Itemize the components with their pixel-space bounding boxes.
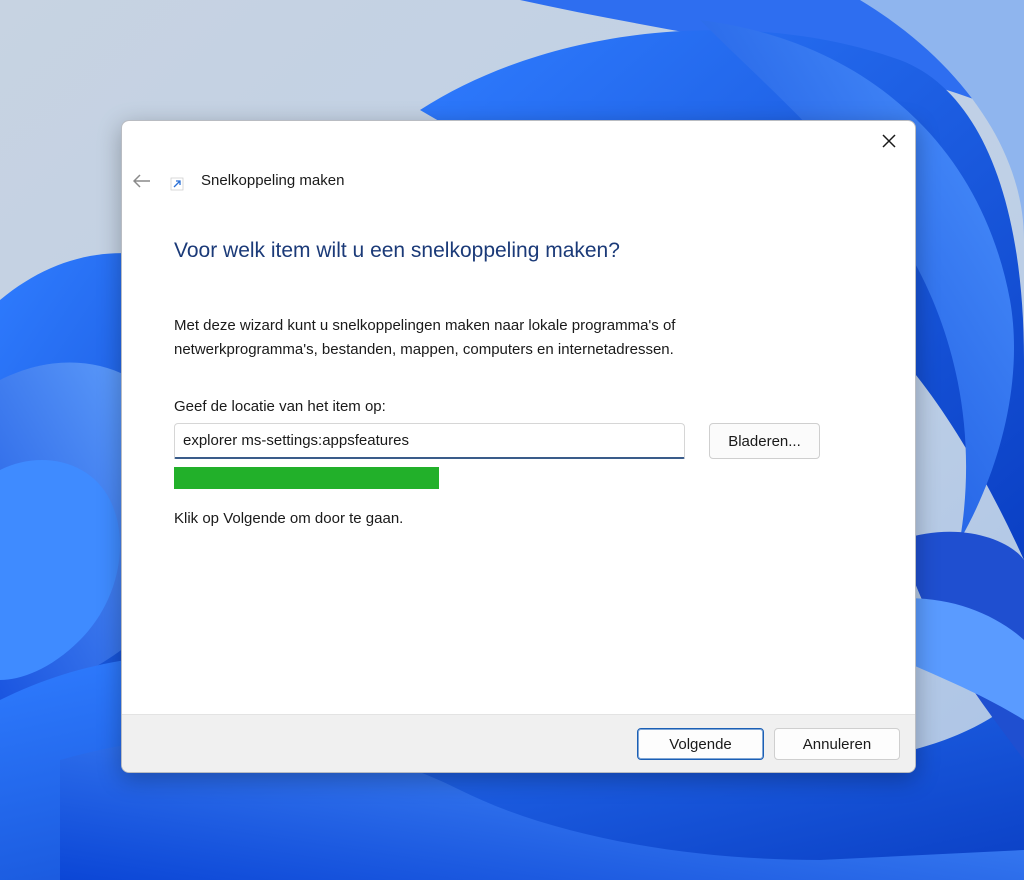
wizard-description: Met deze wizard kunt u snelkoppelingen m…	[174, 317, 676, 358]
shortcut-arrow-icon	[170, 177, 184, 191]
progress-bar	[174, 467, 439, 489]
dialog-footer: Volgende Annuleren	[122, 714, 915, 772]
desktop: Snelkoppeling maken Voor welk item wilt …	[0, 0, 1024, 880]
location-label: Geef de locatie van het item op:	[174, 398, 386, 415]
back-arrow-icon	[133, 174, 150, 188]
window-title: Snelkoppeling maken	[201, 172, 345, 189]
create-shortcut-dialog: Snelkoppeling maken Voor welk item wilt …	[121, 120, 916, 773]
location-input[interactable]	[174, 423, 685, 459]
continue-hint: Klik op Volgende om door te gaan.	[174, 510, 404, 527]
page-heading: Voor welk item wilt u een snelkoppeling …	[174, 239, 620, 262]
close-icon	[882, 134, 896, 148]
progress-fill	[174, 467, 439, 489]
back-button[interactable]	[130, 169, 154, 193]
cancel-button[interactable]: Annuleren	[774, 728, 900, 760]
close-button[interactable]	[871, 125, 907, 157]
browse-button[interactable]: Bladeren...	[709, 423, 820, 459]
next-button[interactable]: Volgende	[637, 728, 764, 760]
